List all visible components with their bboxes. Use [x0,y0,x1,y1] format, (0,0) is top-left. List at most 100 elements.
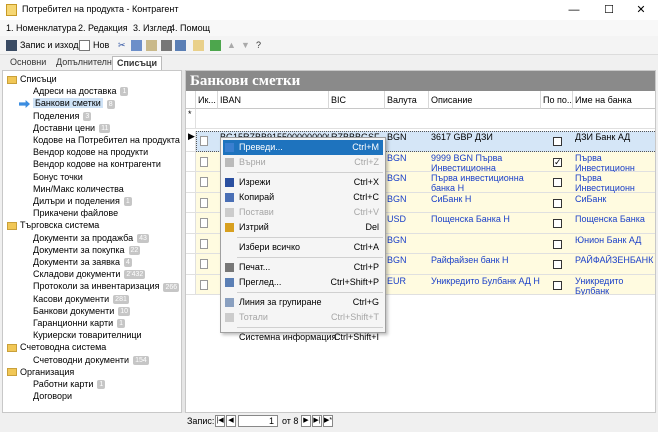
row-selector[interactable] [186,274,196,295]
record-number-input[interactable]: 1 [238,415,278,427]
tree-item[interactable]: Поделения 3 [33,110,92,122]
column-header[interactable] [186,91,196,109]
new-row[interactable] [196,109,655,129]
row-selector[interactable] [186,192,196,213]
context-menu-item[interactable]: Преглед... Ctrl+Shift+P [223,275,383,290]
context-menu-item[interactable]: Копирай Ctrl+C [223,190,383,205]
maximize-button[interactable]: ☐ [592,0,626,20]
tree-item[interactable]: Протоколи за инвентаризация 266 [33,280,180,292]
menu-edit[interactable]: 2. Редакция [78,23,128,33]
tree-item[interactable]: Куриерски товарителници [33,329,142,341]
last-record-button[interactable]: ▶| [312,415,322,427]
tree-item[interactable]: Вендор кодове на контрагенти [33,158,161,170]
prev-record-button[interactable]: ◀ [226,415,236,427]
save-exit-button[interactable]: Запис и изход [20,38,78,53]
default-checkbox[interactable] [553,178,562,187]
cell-description[interactable]: 3617 GBP ДЗИ [429,132,541,152]
context-menu-item[interactable]: Линия за групиране Ctrl+G [223,295,383,310]
cell-currency[interactable]: BGN [385,255,429,275]
arrow-down-icon[interactable]: ▼ [241,38,250,53]
cell-description[interactable]: 9999 BGN Първа Инвестиционна [429,153,541,172]
tree-item[interactable]: Доставни цени 11 [33,122,111,134]
cell-description[interactable]: Уникредито Булбанк АД Н [429,276,541,296]
default-checkbox[interactable] [553,137,562,146]
arrow-up-icon[interactable]: ▲ [227,38,236,53]
close-button[interactable]: ✕ [624,0,658,20]
tab-main[interactable]: Основни [6,56,50,70]
tab-lists[interactable]: Списъци [112,56,162,70]
tree-folder[interactable]: Търговска система [7,219,99,231]
menu-view[interactable]: 3. Изглед [133,23,172,33]
cell-bank[interactable]: РАЙФАЙЗЕНБАНК [573,255,655,275]
paste-icon[interactable] [146,40,157,51]
cell-currency[interactable]: BGN [385,173,429,193]
refresh-icon[interactable] [210,40,221,51]
default-checkbox[interactable] [553,280,562,290]
column-header[interactable]: Ик... [196,91,218,109]
cell-bank[interactable]: Уникредито Булбанк [573,276,655,295]
tree-folder[interactable]: Списъци [7,73,57,85]
row-selector[interactable] [186,151,196,172]
context-menu-item[interactable]: Системна информация Ctrl+Shift+I [223,330,383,345]
cell-currency[interactable]: BGN [385,194,429,214]
tree-folder[interactable]: Организация [7,366,74,378]
minimize-button[interactable]: — [557,0,591,20]
cell-description[interactable]: Пощенска Банка Н [429,214,541,234]
cell-currency[interactable]: EUR [385,276,429,296]
menu-help[interactable]: 4. Помощ [170,23,210,33]
help-icon[interactable]: ? [256,38,261,53]
cell-bank[interactable]: Първа Инвестиционн [573,153,655,172]
column-header[interactable]: Описание [429,91,541,109]
cell-bank[interactable]: ДЗИ Банк АД [573,132,655,152]
tree-item[interactable]: Договори [33,390,72,402]
tree-item[interactable]: Бонус точки [33,171,83,183]
default-checkbox[interactable] [553,219,562,228]
context-menu-item[interactable]: Тотали Ctrl+Shift+T [223,310,383,325]
new-row-marker[interactable]: * [186,109,196,129]
cell-currency[interactable]: BGN [385,235,429,255]
context-menu-item[interactable]: Избери всичко Ctrl+A [223,240,383,255]
cell-description[interactable]: Райфайзен банк Н [429,255,541,275]
row-selector[interactable] [186,213,196,234]
menu-nomenclature[interactable]: 1. Номенклатура [6,23,76,33]
next-record-button[interactable]: ▶ [301,415,311,427]
tree-item[interactable]: Документи за заявка 4 [33,256,132,268]
cell-currency[interactable]: BGN [385,153,429,173]
default-checkbox[interactable] [553,198,562,208]
column-header[interactable]: По по... [541,91,573,109]
cell-bank[interactable]: Юнион Банк АД [573,235,655,255]
tree-item[interactable]: Складови документи 2'432 [33,268,146,280]
tree-item[interactable]: Счетоводни документи 154 [33,354,149,366]
tree-item[interactable]: Банкови документи 10 [33,305,131,317]
default-checkbox[interactable] [553,157,562,168]
cell-description[interactable]: СиБанк Н [429,194,541,214]
cut-icon[interactable]: ✂ [118,38,126,53]
tree-item[interactable]: Документи за продажба 43 [33,232,149,244]
row-selector[interactable] [186,233,196,254]
context-menu-item[interactable]: Изрежи Ctrl+X [223,175,383,190]
new-record-button[interactable]: ▶* [323,415,333,427]
tree-folder[interactable]: Счетоводна система [7,341,106,353]
column-header[interactable]: BIC [329,91,385,109]
context-menu-item[interactable]: Преведи... Ctrl+M [223,140,383,155]
context-menu-item[interactable]: Изтрий Del [223,220,383,235]
row-selector[interactable] [186,172,196,193]
tree-item[interactable]: Документи за покупка 22 [33,244,141,256]
cell-currency[interactable]: BGN [385,132,429,152]
cell-bank[interactable]: СиБанк [573,194,655,214]
tree-item[interactable]: Гаранционни карти 1 [33,317,126,329]
preview-icon[interactable] [175,40,186,51]
print-icon[interactable] [161,40,172,51]
tree-item[interactable]: Прикачени файлове [33,207,118,219]
tab-additional[interactable]: Допълнителни [52,56,121,70]
row-selector[interactable]: ▶ [186,131,196,152]
cell-currency[interactable]: USD [385,214,429,234]
tree-item[interactable]: Дилъри и поделения 1 [33,195,132,207]
row-selector[interactable] [186,254,196,275]
cell-bank[interactable]: Първа Инвестиционн [573,173,655,192]
tree-item[interactable]: Работни карти 1 [33,378,106,390]
tree-item[interactable]: Мин/Макс количества [33,183,124,195]
default-checkbox[interactable] [553,260,562,269]
copy-icon[interactable] [131,40,142,51]
first-record-button[interactable]: |◀ [215,415,225,427]
